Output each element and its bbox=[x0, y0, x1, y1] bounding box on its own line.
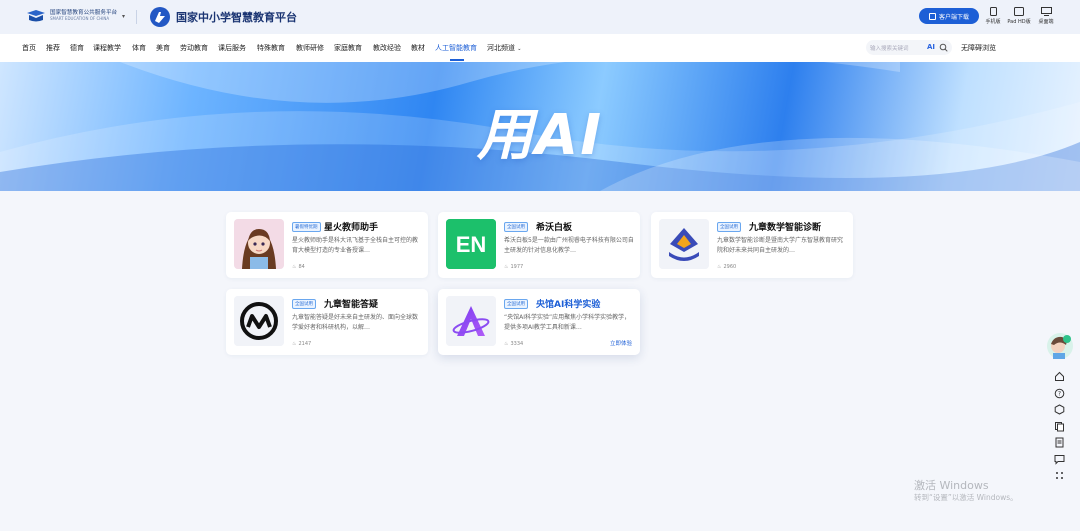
status-badge: 暑假特优期 bbox=[292, 222, 321, 232]
search-icon[interactable] bbox=[939, 43, 948, 52]
search-placeholder: 输入搜索关键词 bbox=[870, 46, 909, 52]
device-tablet-label: Pad HD版 bbox=[1007, 19, 1031, 25]
client-download-label: 客户端下载 bbox=[938, 13, 969, 21]
app-card[interactable]: 全国试用 九章数学智能诊断 九章数学智能诊断是暨南大学广东智慧教育研究院和好未来… bbox=[651, 212, 853, 278]
flame-icon: ♨ bbox=[504, 341, 509, 347]
assistant-avatar-icon[interactable] bbox=[1046, 332, 1074, 360]
active-tab-indicator bbox=[450, 59, 464, 61]
search-input[interactable]: 输入搜索关键词 AI bbox=[866, 40, 952, 55]
jiuzhang-diagnosis-icon bbox=[659, 219, 709, 269]
card-title: 央馆AI科学实验 bbox=[536, 300, 601, 310]
book-logo-icon bbox=[27, 10, 45, 22]
phone-icon bbox=[989, 7, 997, 16]
card-title: 希沃白板 bbox=[536, 223, 573, 233]
view-count: ♨ 2147 bbox=[292, 341, 311, 347]
view-count-value: 1977 bbox=[510, 264, 524, 270]
ai-search-button[interactable]: AI bbox=[927, 43, 935, 51]
nav-item-art[interactable]: 美育 bbox=[156, 43, 170, 53]
device-desktop-label: 桌面端 bbox=[1038, 19, 1054, 25]
card-description: “央馆AI科学实验”应用聚焦小学科学实验教学，提供多项AI教学工具和新课… bbox=[504, 314, 631, 331]
nav-item-special[interactable]: 特殊教育 bbox=[257, 43, 285, 53]
site-logo[interactable]: 国家中小学智慧教育平台 bbox=[148, 6, 297, 28]
card-description: 九章数学智能诊断是暨南大学广东智慧教育研究院和好未来共同自主研发的… bbox=[717, 237, 844, 254]
view-count: ♨ 84 bbox=[292, 264, 305, 270]
message-icon[interactable] bbox=[1054, 454, 1065, 465]
device-tablet[interactable]: Pad HD版 bbox=[1007, 7, 1031, 25]
view-count-value: 3334 bbox=[510, 341, 524, 347]
view-count: ♨ 2960 bbox=[717, 264, 736, 270]
flame-icon: ♨ bbox=[292, 341, 297, 347]
science-a-icon bbox=[446, 296, 496, 346]
status-badge: 全国试用 bbox=[292, 299, 316, 309]
platform-name-en: SMART EDUCATION OF CHINA bbox=[50, 16, 110, 22]
app-card[interactable]: 全国试用 央馆AI科学实验 “央馆AI科学实验”应用聚焦小学科学实验教学，提供多… bbox=[438, 289, 640, 355]
device-phone[interactable]: 手机版 bbox=[981, 7, 1005, 25]
nav-item-moral[interactable]: 德育 bbox=[70, 43, 84, 53]
client-download-button[interactable]: 客户端下载 bbox=[919, 8, 979, 24]
nav-item-ai[interactable]: 人工智能教育 bbox=[435, 43, 477, 53]
nav-item-recommend[interactable]: 推荐 bbox=[46, 43, 60, 53]
svg-text:EN: EN bbox=[456, 232, 487, 257]
en-logo-icon: EN bbox=[446, 219, 496, 269]
site-name: 国家中小学智慧教育平台 bbox=[176, 11, 297, 24]
site-emblem-icon bbox=[150, 7, 170, 27]
nav-item-textbook[interactable]: 教材 bbox=[411, 43, 425, 53]
view-count-value: 2147 bbox=[298, 341, 312, 347]
nav-item-hebei[interactable]: 河北频道 ⌄ bbox=[487, 43, 521, 53]
card-title: 九章数学智能诊断 bbox=[749, 223, 822, 233]
nav-item-home[interactable]: 首页 bbox=[22, 43, 36, 53]
document-icon[interactable] bbox=[1054, 437, 1065, 448]
platform-logo[interactable]: 国家智慧教育公共服务平台 SMART EDUCATION OF CHINA bbox=[26, 9, 117, 23]
svg-text:?: ? bbox=[1058, 391, 1061, 398]
copy-icon[interactable] bbox=[1054, 421, 1065, 432]
divider bbox=[136, 10, 137, 24]
hero-banner: 用AI bbox=[0, 62, 1080, 191]
try-now-link[interactable]: 立即体验 bbox=[610, 339, 632, 347]
card-title: 九章智能答疑 bbox=[324, 300, 379, 310]
windows-activation-title: 激活 Windows bbox=[914, 479, 989, 492]
nav-item-labor[interactable]: 劳动教育 bbox=[180, 43, 208, 53]
chevron-down-icon[interactable]: ▾ bbox=[122, 13, 125, 20]
status-badge: 全国试用 bbox=[504, 299, 528, 309]
card-title: 星火教师助手 bbox=[324, 223, 379, 233]
nav-item-reform[interactable]: 教改经验 bbox=[373, 43, 401, 53]
banner-title: 用AI bbox=[476, 103, 604, 168]
help-icon[interactable]: ? bbox=[1054, 388, 1065, 399]
jiuzhang-answer-icon bbox=[234, 296, 284, 346]
app-card[interactable]: 全国试用 九章智能答疑 九章智能答疑是好未来自主研发的、面向全球数学爱好者和科研… bbox=[226, 289, 428, 355]
desktop-icon bbox=[1040, 7, 1052, 16]
accessibility-link[interactable]: 无障碍浏览 bbox=[961, 43, 996, 53]
box-icon[interactable] bbox=[1054, 404, 1065, 415]
app-card[interactable]: 暑假特优期 星火教师助手 星火教师助手是科大讯飞基于全栈自主可控的教育大模型打造… bbox=[226, 212, 428, 278]
top-header: 国家智慧教育公共服务平台 SMART EDUCATION OF CHINA ▾ … bbox=[0, 0, 1080, 34]
view-count-value: 2960 bbox=[723, 264, 737, 270]
windows-activation-hint: 转到“设置”以激活 Windows。 bbox=[914, 493, 1018, 502]
nav-item-hebei-label: 河北频道 bbox=[487, 44, 515, 52]
view-count: ♨ 1977 bbox=[504, 264, 523, 270]
app-card[interactable]: EN 全国试用 希沃白板 希沃白板5是一款由广州视睿电子科技有限公司自主研发的针… bbox=[438, 212, 640, 278]
home-icon[interactable] bbox=[1054, 371, 1065, 382]
flame-icon: ♨ bbox=[504, 264, 509, 270]
card-description: 希沃白板5是一款由广州视睿电子科技有限公司自主研发的针对信息化教学… bbox=[504, 237, 634, 254]
view-count: ♨ 3334 bbox=[504, 341, 523, 347]
nav-item-family[interactable]: 家庭教育 bbox=[334, 43, 362, 53]
tablet-icon bbox=[1014, 7, 1024, 16]
nav-item-sports[interactable]: 体育 bbox=[132, 43, 146, 53]
device-desktop[interactable]: 桌面端 bbox=[1034, 7, 1058, 25]
flame-icon: ♨ bbox=[717, 264, 722, 270]
card-description: 星火教师助手是科大讯飞基于全栈自主可控的教育大模型打造的专业备授课… bbox=[292, 237, 419, 254]
status-badge: 全国试用 bbox=[717, 222, 741, 232]
nav-item-course[interactable]: 课程教学 bbox=[93, 43, 121, 53]
nav-item-teacher[interactable]: 教师研修 bbox=[296, 43, 324, 53]
flame-icon: ♨ bbox=[292, 264, 297, 270]
card-description: 九章智能答疑是好未来自主研发的、面向全球数学爱好者和科研机构，以解… bbox=[292, 314, 419, 331]
grid-icon[interactable] bbox=[1054, 470, 1065, 481]
status-badge: 全国试用 bbox=[504, 222, 528, 232]
chevron-down-icon: ⌄ bbox=[517, 46, 522, 52]
teacher-avatar-icon bbox=[234, 219, 284, 269]
nav-item-after-school[interactable]: 课后服务 bbox=[218, 43, 246, 53]
download-icon bbox=[928, 12, 936, 20]
view-count-value: 84 bbox=[298, 264, 305, 270]
device-phone-label: 手机版 bbox=[985, 19, 1001, 25]
